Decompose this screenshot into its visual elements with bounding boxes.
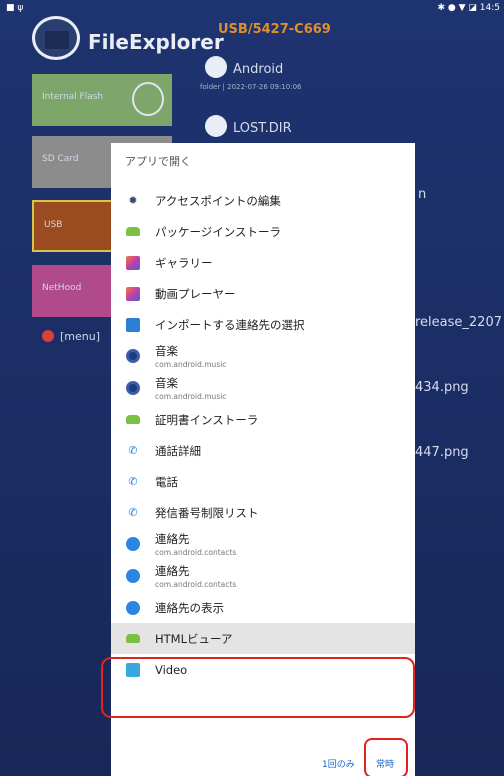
app-option-texts: パッケージインストーラ bbox=[155, 224, 281, 240]
app-option-row[interactable]: 証明書インストーラ bbox=[111, 404, 415, 435]
app-option-row[interactable]: ✆ 通話詳細 bbox=[111, 435, 415, 466]
just-once-button[interactable]: 1回のみ bbox=[322, 757, 355, 770]
phone-icon: ✆ bbox=[128, 475, 138, 488]
app-option-texts: 音楽 com.android.music bbox=[155, 375, 226, 401]
menu-hint-label: [menu] bbox=[60, 330, 101, 343]
app-option-texts: ギャラリー bbox=[155, 255, 213, 271]
menu-hint[interactable]: [menu] bbox=[42, 330, 100, 343]
app-option-label: 連絡先の表示 bbox=[155, 600, 224, 615]
contacts-icon bbox=[126, 600, 140, 615]
app-option-texts: 連絡先 com.android.contacts bbox=[155, 563, 236, 589]
app-option-label: 証明書インストーラ bbox=[155, 412, 259, 427]
video-player-icon bbox=[126, 286, 140, 301]
app-option-texts: 音楽 com.android.music bbox=[155, 343, 226, 369]
app-option-row[interactable]: インポートする連絡先の選択 bbox=[111, 309, 415, 340]
folder-logo-icon bbox=[32, 16, 80, 60]
app-option-row[interactable]: 連絡先 com.android.contacts bbox=[111, 560, 415, 592]
music-icon bbox=[126, 349, 140, 363]
sd-card-icon bbox=[132, 82, 164, 116]
file-name-partial: n bbox=[418, 187, 427, 202]
app-option-texts: アクセスポイントの編集 bbox=[155, 193, 281, 209]
file-name: Android bbox=[233, 62, 284, 77]
app-option-label: アクセスポイントの編集 bbox=[155, 193, 281, 208]
file-meta: folder | 2022-07-26 09:10:06 bbox=[200, 83, 302, 91]
app-option-label: 電話 bbox=[155, 474, 178, 489]
file-name-png-1: 434.png bbox=[415, 380, 469, 395]
contacts-icon bbox=[126, 537, 140, 551]
app-list: ✹ アクセスポイントの編集 パッケージインストーラ ギャラリー動画プレーヤーインポート… bbox=[111, 185, 415, 685]
app-option-label: 音楽 bbox=[155, 344, 178, 358]
app-option-row[interactable]: 音楽 com.android.music bbox=[111, 340, 415, 372]
app-option-label: 通話詳細 bbox=[155, 443, 201, 458]
app-option-label: 連絡先 bbox=[155, 532, 190, 546]
file-name-png-2: 447.png bbox=[415, 445, 469, 460]
dialog-title: アプリで開く bbox=[125, 155, 191, 168]
app-option-package: com.android.contacts bbox=[155, 580, 237, 589]
file-name-release: release_2207 bbox=[415, 315, 502, 330]
app-option-package: com.android.music bbox=[155, 360, 227, 369]
app-option-label: 動画プレーヤー bbox=[155, 286, 236, 301]
sidebar-item-internal-flash[interactable]: Internal Flash bbox=[32, 74, 172, 126]
app-option-label: HTMLビューア bbox=[155, 631, 233, 646]
sidebar-item-label: NetHood bbox=[42, 283, 82, 293]
contacts-icon bbox=[126, 569, 140, 583]
file-entry-lost-dir[interactable]: LOST.DIR bbox=[205, 115, 292, 137]
android-icon bbox=[126, 415, 140, 424]
app-option-texts: インポートする連絡先の選択 bbox=[155, 317, 305, 333]
app-option-label: 発信番号制限リスト bbox=[155, 505, 259, 520]
android-icon bbox=[126, 227, 140, 236]
folder-icon bbox=[205, 115, 227, 137]
gear-icon: ✹ bbox=[128, 194, 138, 207]
phone-icon: ✆ bbox=[128, 444, 138, 457]
app-option-texts: 通話詳細 bbox=[155, 443, 201, 459]
app-option-texts: HTMLビューア bbox=[155, 631, 233, 647]
app-option-label: ギャラリー bbox=[155, 255, 213, 270]
app-option-package: com.android.contacts bbox=[155, 548, 237, 557]
app-option-texts: 電話 bbox=[155, 474, 178, 490]
app-option-row[interactable]: 音楽 com.android.music bbox=[111, 372, 415, 404]
app-option-row[interactable]: ギャラリー bbox=[111, 247, 415, 278]
app-option-label: 音楽 bbox=[155, 376, 178, 390]
app-option-texts: 動画プレーヤー bbox=[155, 286, 236, 302]
sidebar-item-label: SD Card bbox=[42, 154, 79, 164]
app-option-label: インポートする連絡先の選択 bbox=[155, 317, 305, 332]
app-option-texts: 連絡先 com.android.contacts bbox=[155, 531, 236, 557]
app-title: FileExplorer bbox=[88, 30, 224, 54]
gallery-icon bbox=[126, 255, 140, 270]
app-option-texts: 発信番号制限リスト bbox=[155, 505, 259, 521]
app-option-texts: 連絡先の表示 bbox=[155, 600, 224, 616]
alert-icon bbox=[42, 330, 54, 342]
app-option-texts: 証明書インストーラ bbox=[155, 412, 258, 428]
app-option-row[interactable]: ✹ アクセスポイントの編集 bbox=[111, 185, 415, 216]
current-path: USB/5427-C669 bbox=[218, 22, 331, 37]
app-option-row[interactable]: 動画プレーヤー bbox=[111, 278, 415, 309]
android-icon bbox=[126, 634, 140, 643]
app-option-row[interactable]: HTMLビューア bbox=[111, 623, 415, 654]
sidebar-item-label: Internal Flash bbox=[42, 92, 104, 102]
app-option-row[interactable]: ✆ 発信番号制限リスト bbox=[111, 497, 415, 528]
app-option-row[interactable]: パッケージインストーラ bbox=[111, 216, 415, 247]
app-option-label: パッケージインストーラ bbox=[155, 224, 282, 239]
app-option-package: com.android.music bbox=[155, 392, 227, 401]
music-icon bbox=[126, 381, 140, 395]
folder-icon bbox=[205, 56, 227, 78]
app-option-row[interactable]: ✆ 電話 bbox=[111, 466, 415, 497]
sidebar-item-label: USB bbox=[44, 220, 63, 230]
app-option-row[interactable]: 連絡先 com.android.contacts bbox=[111, 528, 415, 560]
phone-icon: ✆ bbox=[128, 506, 138, 519]
contact-import-icon bbox=[126, 317, 140, 332]
file-name: LOST.DIR bbox=[233, 121, 292, 136]
app-bar: FileExplorer USB/5427-C669 bbox=[0, 0, 504, 62]
app-option-row[interactable]: 連絡先の表示 bbox=[111, 592, 415, 623]
app-option-label: 連絡先 bbox=[155, 564, 190, 578]
annotation-highlight-always bbox=[364, 738, 408, 776]
annotation-highlight-html-viewer bbox=[101, 657, 415, 718]
file-entry-android[interactable]: Android bbox=[205, 56, 283, 78]
